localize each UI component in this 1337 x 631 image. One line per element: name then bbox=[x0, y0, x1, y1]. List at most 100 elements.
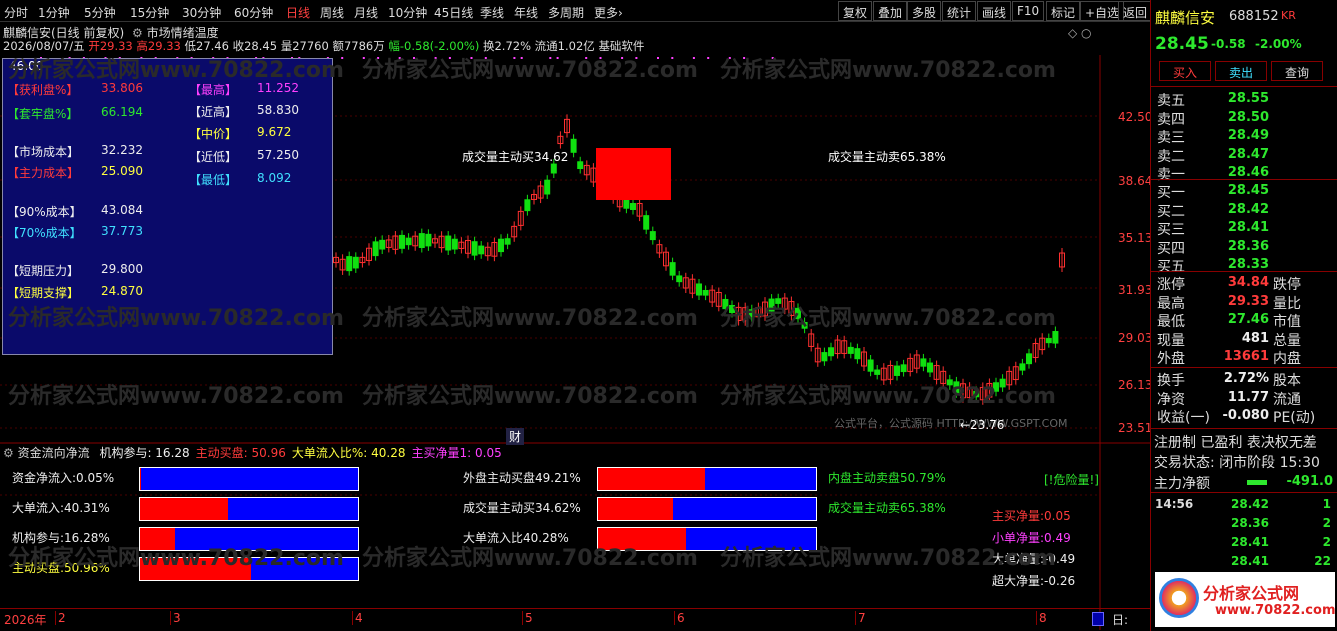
info-low: 低27.46 bbox=[184, 39, 229, 53]
lower-values: 机构参与: 16.28 主动买盘: 50.96 大单流入比%: 40.28 主买净量1… bbox=[93, 446, 501, 460]
toolbar-button[interactable]: 返回 bbox=[1118, 1, 1153, 21]
toolbar-button[interactable]: 多股 bbox=[907, 1, 942, 21]
candle-body bbox=[1026, 353, 1032, 365]
stock-name: 麒麟信安 bbox=[1155, 9, 1216, 27]
period-tab[interactable]: 日线 bbox=[286, 4, 310, 21]
candle-body bbox=[649, 231, 656, 241]
info-close: 收28.45 bbox=[232, 39, 278, 53]
flow-right-label: 成交量主动卖65.38% bbox=[828, 501, 946, 515]
period-tab[interactable]: 多周期 bbox=[548, 4, 584, 21]
period-tab[interactable]: 分时 bbox=[4, 4, 28, 21]
tick-price: 28.42 bbox=[1231, 497, 1269, 511]
chip-row-value: 66.194 bbox=[101, 105, 143, 119]
candle-body bbox=[1019, 363, 1026, 371]
stat-label-right: 总量 bbox=[1273, 332, 1301, 349]
ask-level-label: 卖一 bbox=[1157, 167, 1185, 183]
flow-right-label: 内盘主动卖盘50.79% bbox=[828, 471, 946, 485]
stat-label-right: PE(动) bbox=[1273, 410, 1316, 426]
stat-value: 27.46 bbox=[1227, 312, 1269, 327]
candle-body bbox=[630, 203, 636, 210]
bid-level-price: 28.45 bbox=[1227, 183, 1269, 198]
price-tick: 42.50 bbox=[1118, 110, 1153, 124]
watermark: 分析家公式网www.70822.com bbox=[720, 384, 1056, 409]
toolbar-button[interactable]: 统计 bbox=[942, 1, 977, 21]
chip-row-value: 43.084 bbox=[101, 203, 143, 217]
period-tab[interactable]: 45日线 bbox=[434, 4, 473, 21]
candle-body bbox=[544, 179, 551, 195]
trade-button[interactable]: 查询 bbox=[1271, 61, 1323, 81]
kr-badge: KR bbox=[1281, 9, 1296, 22]
toolbar-button[interactable]: 复权 bbox=[838, 1, 873, 21]
chip-row-value: 25.090 bbox=[101, 164, 143, 178]
scroll-handle[interactable] bbox=[1092, 612, 1104, 626]
lower-indicator-name[interactable]: 资金流向净流 bbox=[18, 446, 90, 460]
period-tab[interactable]: 周线 bbox=[320, 4, 344, 21]
chip-row-label: 【最低】 bbox=[189, 173, 238, 187]
date-tick: 6 bbox=[674, 611, 685, 625]
info-turnover: 换2.72% bbox=[482, 39, 532, 53]
chip-row-value: 8.092 bbox=[257, 171, 292, 185]
candle-body bbox=[418, 233, 425, 249]
candle-body bbox=[927, 362, 933, 373]
period-tab[interactable]: 15分钟 bbox=[130, 4, 169, 21]
lower-value-item: 机构参与: 16.28 bbox=[99, 446, 190, 460]
period-tab[interactable]: 季线 bbox=[480, 4, 504, 21]
candle-body bbox=[828, 347, 834, 357]
stat-label-right: 内盘 bbox=[1273, 351, 1301, 367]
period-tab[interactable]: 5分钟 bbox=[84, 4, 116, 21]
stat-label-right: 股本 bbox=[1273, 373, 1301, 389]
candle-body bbox=[867, 359, 874, 372]
chip-row-label: 【短期压力】 bbox=[7, 264, 80, 278]
settings-icon[interactable]: ⚙ bbox=[3, 446, 14, 460]
chip-row-value: 57.250 bbox=[257, 148, 299, 162]
chip-row-label: 【市场成本】 bbox=[7, 145, 80, 159]
trade-state: 交易状态: 闭市阶段 15:30 bbox=[1154, 455, 1320, 471]
price-tick: 31.93 bbox=[1118, 283, 1153, 297]
price-tick: 38.64 bbox=[1118, 174, 1153, 188]
chip-row-label: 【短期支撑】 bbox=[7, 286, 80, 300]
divider bbox=[1151, 86, 1337, 87]
chart-corner-icons[interactable]: ◇ ○ bbox=[1068, 26, 1092, 40]
candle-body bbox=[471, 241, 478, 256]
trade-button[interactable]: 卖出 bbox=[1215, 61, 1267, 81]
candle-body bbox=[524, 199, 531, 212]
danger-label: [!危险量!] bbox=[1044, 473, 1099, 487]
finance-badge[interactable]: 财 bbox=[506, 428, 525, 445]
bid-level-label: 买五 bbox=[1157, 259, 1185, 275]
candle-body bbox=[504, 238, 511, 245]
divider bbox=[1151, 428, 1337, 429]
period-tab[interactable]: 更多› bbox=[594, 4, 623, 21]
period-tab[interactable]: 1分钟 bbox=[38, 4, 70, 21]
toolbar-button[interactable]: 标记 bbox=[1046, 1, 1081, 21]
ask-level-label: 卖五 bbox=[1157, 93, 1185, 109]
bid-level-label: 买四 bbox=[1157, 240, 1185, 257]
candle-body bbox=[676, 275, 683, 283]
date-tick: 3 bbox=[170, 611, 181, 625]
watermark: 分析家公式网www.70822.com bbox=[8, 546, 344, 571]
tick-price: 28.41 bbox=[1231, 535, 1269, 549]
candle-body bbox=[550, 163, 557, 174]
toolbar-button[interactable]: 叠加 bbox=[873, 1, 908, 21]
candle-body bbox=[894, 365, 900, 376]
bid-level-price: 28.33 bbox=[1227, 257, 1269, 272]
toolbar-button[interactable]: F10 bbox=[1012, 1, 1045, 21]
candle-body bbox=[399, 234, 405, 249]
stat-label: 最低 bbox=[1157, 314, 1185, 330]
period-tab[interactable]: 30分钟 bbox=[182, 4, 221, 21]
ask-level-price: 28.46 bbox=[1227, 165, 1269, 180]
period-tab[interactable]: 10分钟 bbox=[388, 4, 427, 21]
ask-level-price: 28.50 bbox=[1227, 109, 1269, 125]
period-tab[interactable]: 60分钟 bbox=[234, 4, 273, 21]
watermark: 分析家公式网www.70822.com bbox=[720, 306, 1056, 331]
toolbar-button[interactable]: 画线 bbox=[977, 1, 1012, 21]
main-net-bar bbox=[1247, 480, 1267, 485]
main-net-value: -491.0 bbox=[1286, 474, 1333, 489]
divider bbox=[1151, 492, 1337, 493]
trade-button[interactable]: 买入 bbox=[1159, 61, 1211, 81]
date-tick: 4 bbox=[352, 611, 363, 625]
period-tab[interactable]: 年线 bbox=[514, 4, 538, 21]
period-tab[interactable]: 月线 bbox=[354, 4, 378, 21]
watermark: 分析家公式网www.70822.com bbox=[362, 384, 698, 409]
lower-value-item: 大单流入比%: 40.28 bbox=[291, 446, 406, 460]
chip-row-value: 24.870 bbox=[101, 284, 143, 298]
